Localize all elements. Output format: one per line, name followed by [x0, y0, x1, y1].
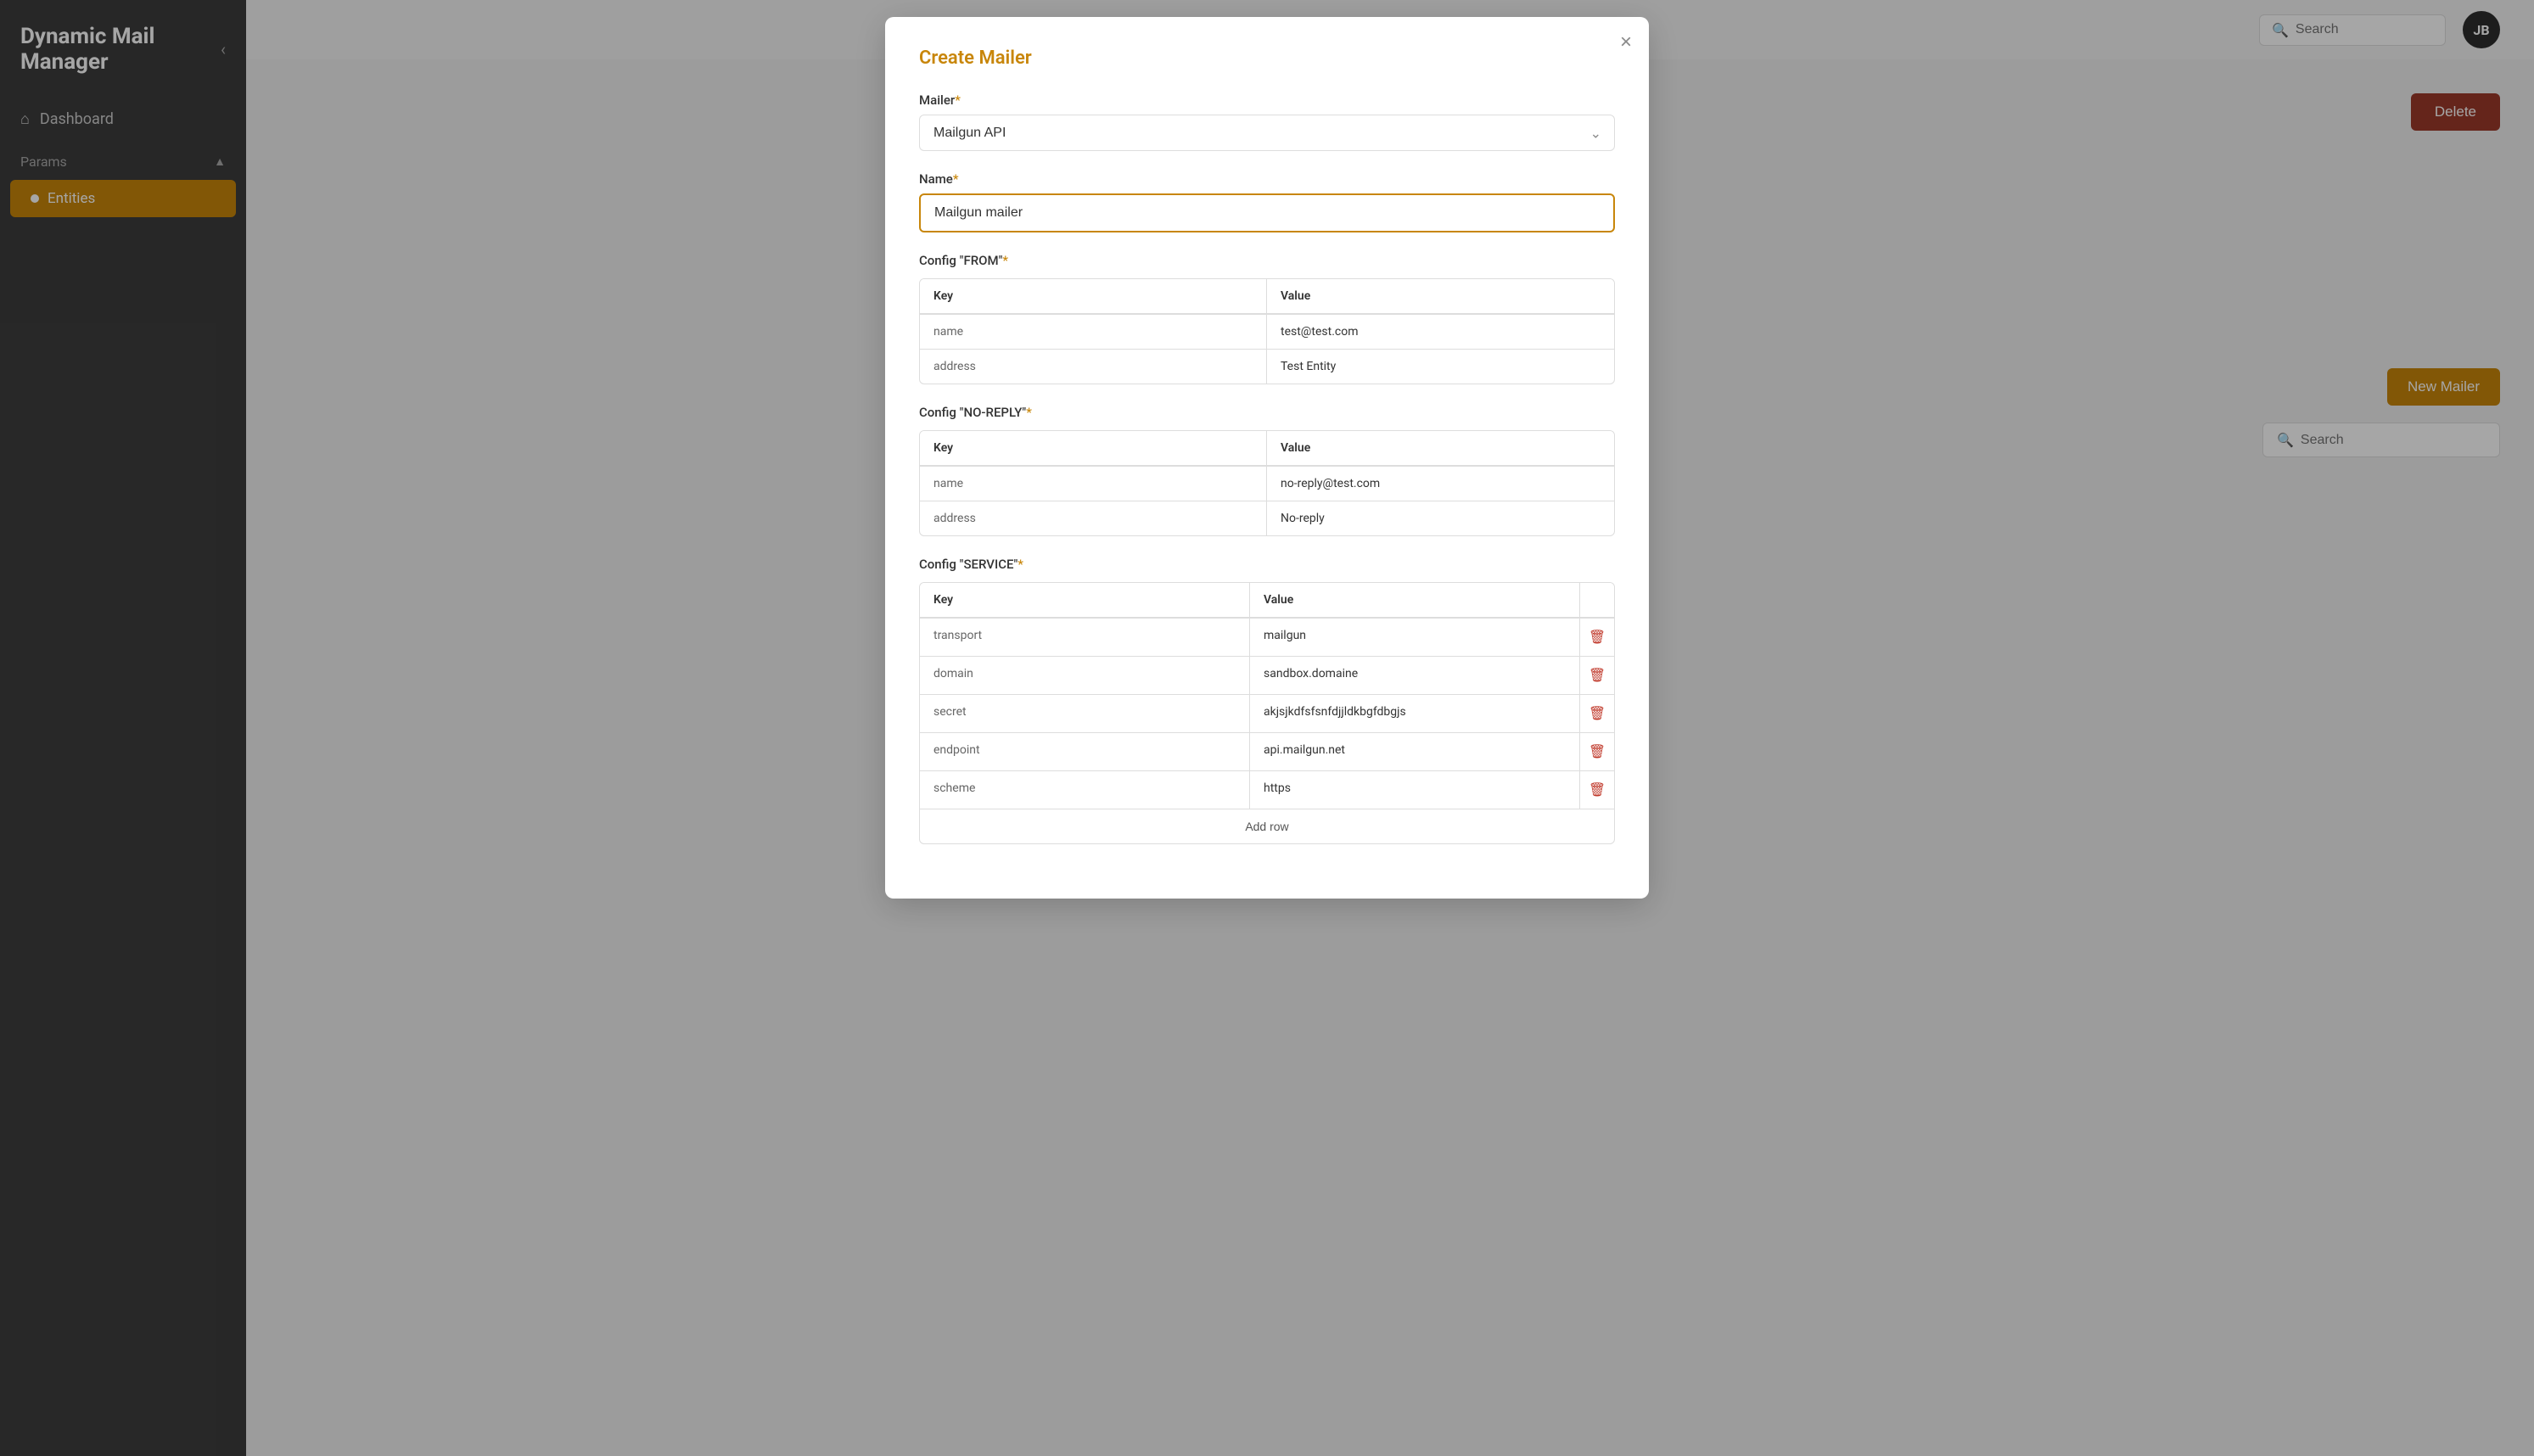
delete-row-secret-button[interactable]: 🗑 — [1585, 702, 1609, 725]
name-label: Name* — [919, 171, 1615, 187]
config-service-table: Key Value transport mailgun 🗑 domain san… — [919, 582, 1615, 844]
table-row: transport mailgun 🗑 — [920, 618, 1614, 656]
config-noreply-value-header: Value — [1267, 431, 1614, 465]
service-key-endpoint: endpoint — [920, 733, 1250, 770]
config-noreply-section: Config "NO-REPLY"* Key Value name no-rep… — [919, 405, 1615, 536]
noreply-value-address: No-reply — [1267, 501, 1614, 535]
service-key-transport: transport — [920, 619, 1250, 656]
config-from-key-header: Key — [920, 279, 1267, 313]
add-row-button[interactable]: Add row — [920, 809, 1614, 843]
noreply-value-name: no-reply@test.com — [1267, 467, 1614, 501]
config-service-header: Key Value — [920, 583, 1614, 618]
modal-overlay: × Create Mailer Mailer* Mailgun API SMTP… — [0, 0, 2534, 1456]
table-row: name no-reply@test.com — [920, 466, 1614, 501]
modal-title: Create Mailer — [919, 48, 1615, 69]
table-row: endpoint api.mailgun.net 🗑 — [920, 732, 1614, 770]
name-input[interactable] — [919, 193, 1615, 232]
config-noreply-table: Key Value name no-reply@test.com address… — [919, 430, 1615, 536]
service-action-transport: 🗑 — [1580, 619, 1614, 656]
noreply-key-name: name — [920, 467, 1267, 501]
mailer-select-wrapper: Mailgun API SMTP SendGrid ⌄ — [919, 115, 1615, 151]
delete-row-transport-button[interactable]: 🗑 — [1585, 625, 1609, 649]
mailer-form-group: Mailer* Mailgun API SMTP SendGrid ⌄ — [919, 92, 1615, 151]
table-row: scheme https 🗑 — [920, 770, 1614, 809]
service-value-scheme: https — [1250, 771, 1580, 809]
noreply-key-address: address — [920, 501, 1267, 535]
config-noreply-key-header: Key — [920, 431, 1267, 465]
config-service-action-header — [1580, 583, 1614, 617]
mailer-select[interactable]: Mailgun API SMTP SendGrid — [919, 115, 1615, 151]
service-value-endpoint: api.mailgun.net — [1250, 733, 1580, 770]
table-row: address Test Entity — [920, 349, 1614, 384]
config-from-value-header: Value — [1267, 279, 1614, 313]
service-key-secret: secret — [920, 695, 1250, 732]
create-mailer-modal: × Create Mailer Mailer* Mailgun API SMTP… — [885, 17, 1649, 899]
service-value-domain: sandbox.domaine — [1250, 657, 1580, 694]
name-form-group: Name* — [919, 171, 1615, 232]
config-service-title: Config "SERVICE"* — [919, 557, 1615, 572]
from-value-name: test@test.com — [1267, 315, 1614, 349]
table-row: domain sandbox.domaine 🗑 — [920, 656, 1614, 694]
from-key-address: address — [920, 350, 1267, 384]
service-action-domain: 🗑 — [1580, 657, 1614, 694]
from-value-address: Test Entity — [1267, 350, 1614, 384]
config-noreply-header: Key Value — [920, 431, 1614, 466]
delete-row-scheme-button[interactable]: 🗑 — [1585, 778, 1609, 802]
service-key-domain: domain — [920, 657, 1250, 694]
delete-row-domain-button[interactable]: 🗑 — [1585, 664, 1609, 687]
config-from-header: Key Value — [920, 279, 1614, 314]
config-noreply-title: Config "NO-REPLY"* — [919, 405, 1615, 420]
delete-row-endpoint-button[interactable]: 🗑 — [1585, 740, 1609, 764]
config-service-value-header: Value — [1250, 583, 1580, 617]
modal-close-button[interactable]: × — [1620, 32, 1632, 53]
service-action-endpoint: 🗑 — [1580, 733, 1614, 770]
config-from-section: Config "FROM"* Key Value name test@test.… — [919, 253, 1615, 384]
from-key-name: name — [920, 315, 1267, 349]
service-value-secret: akjsjkdfsfsnfdjjldkbgfdbgjs — [1250, 695, 1580, 732]
table-row: name test@test.com — [920, 314, 1614, 349]
service-value-transport: mailgun — [1250, 619, 1580, 656]
config-service-key-header: Key — [920, 583, 1250, 617]
mailer-label: Mailer* — [919, 92, 1615, 108]
config-service-section: Config "SERVICE"* Key Value transport ma… — [919, 557, 1615, 844]
config-from-title: Config "FROM"* — [919, 253, 1615, 268]
table-row: address No-reply — [920, 501, 1614, 535]
config-from-table: Key Value name test@test.com address Tes… — [919, 278, 1615, 384]
service-action-scheme: 🗑 — [1580, 771, 1614, 809]
service-key-scheme: scheme — [920, 771, 1250, 809]
service-action-secret: 🗑 — [1580, 695, 1614, 732]
table-row: secret akjsjkdfsfsnfdjjldkbgfdbgjs 🗑 — [920, 694, 1614, 732]
